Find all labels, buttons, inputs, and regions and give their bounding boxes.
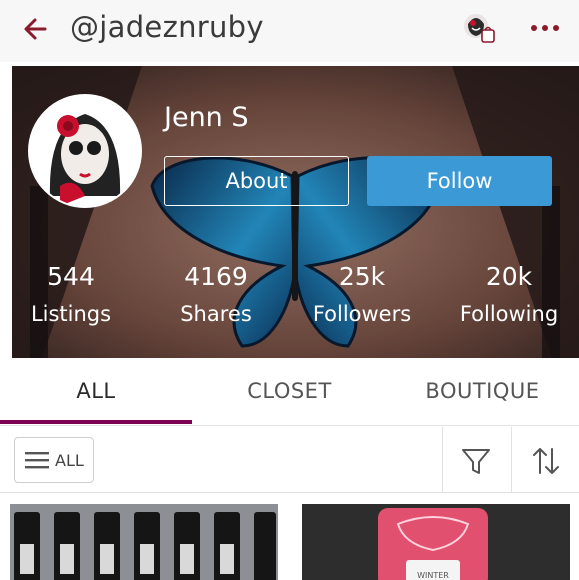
stat-label: Shares [180, 302, 252, 326]
menu-lines-icon [25, 452, 49, 469]
sugar-skull-avatar-image [30, 96, 140, 206]
sort-button[interactable] [528, 443, 564, 479]
listing-photo-lotion: WINTER [302, 504, 570, 580]
category-all-button[interactable]: ALL [14, 437, 94, 483]
arrow-left-icon [24, 18, 47, 40]
divider [442, 427, 443, 493]
funnel-icon [462, 449, 490, 474]
about-button[interactable]: About [164, 156, 349, 206]
listing-photo-mascara [10, 504, 278, 580]
tab-label: ALL [76, 379, 116, 403]
follow-button[interactable]: Follow [367, 156, 552, 206]
more-dots-icon [531, 25, 559, 31]
tab-label: BOUTIQUE [425, 379, 540, 403]
more-options-button[interactable] [528, 16, 562, 40]
user-avatar-cart-button[interactable] [462, 12, 498, 46]
tab-boutique[interactable]: BOUTIQUE [386, 358, 579, 424]
stat-following[interactable]: 20k Following [444, 262, 574, 328]
stat-listings[interactable]: 544 Listings [12, 262, 130, 328]
top-bar: @jadeznruby [0, 0, 579, 62]
stat-shares[interactable]: 4169 Shares [157, 262, 275, 328]
filter-bar: ALL [0, 427, 579, 493]
stat-label: Listings [30, 302, 112, 326]
stat-followers[interactable]: 25k Followers [298, 262, 426, 328]
profile-avatar[interactable] [28, 94, 142, 208]
listing-card-winter-lotion[interactable]: WINTER [302, 504, 570, 580]
tab-label: CLOSET [247, 379, 332, 403]
tab-closet[interactable]: CLOSET [193, 358, 386, 424]
tab-all[interactable]: ALL [0, 358, 192, 424]
stat-value: 20k [485, 262, 533, 291]
display-name: Jenn S [164, 102, 249, 133]
lotion-label-text: WINTER [417, 571, 449, 580]
closet-tabs: ALL CLOSET BOUTIQUE [0, 358, 579, 426]
filter-button[interactable] [458, 443, 494, 479]
page-title-username: @jadeznruby [70, 10, 264, 44]
active-tab-indicator [0, 420, 192, 424]
avatar-bag-icon [464, 14, 495, 43]
divider [511, 427, 512, 493]
profile-cover: Jenn S About Follow 544 Listings 4169 Sh… [12, 66, 579, 358]
listing-card-mascara[interactable] [10, 504, 278, 580]
stat-value: 544 [47, 262, 95, 291]
stat-value: 25k [338, 262, 386, 291]
stat-label: Following [459, 302, 559, 326]
sort-arrows-icon [533, 448, 559, 474]
back-button[interactable] [18, 12, 52, 46]
stat-label: Followers [312, 302, 412, 326]
stat-value: 4169 [184, 262, 248, 291]
category-all-label: ALL [55, 450, 84, 470]
